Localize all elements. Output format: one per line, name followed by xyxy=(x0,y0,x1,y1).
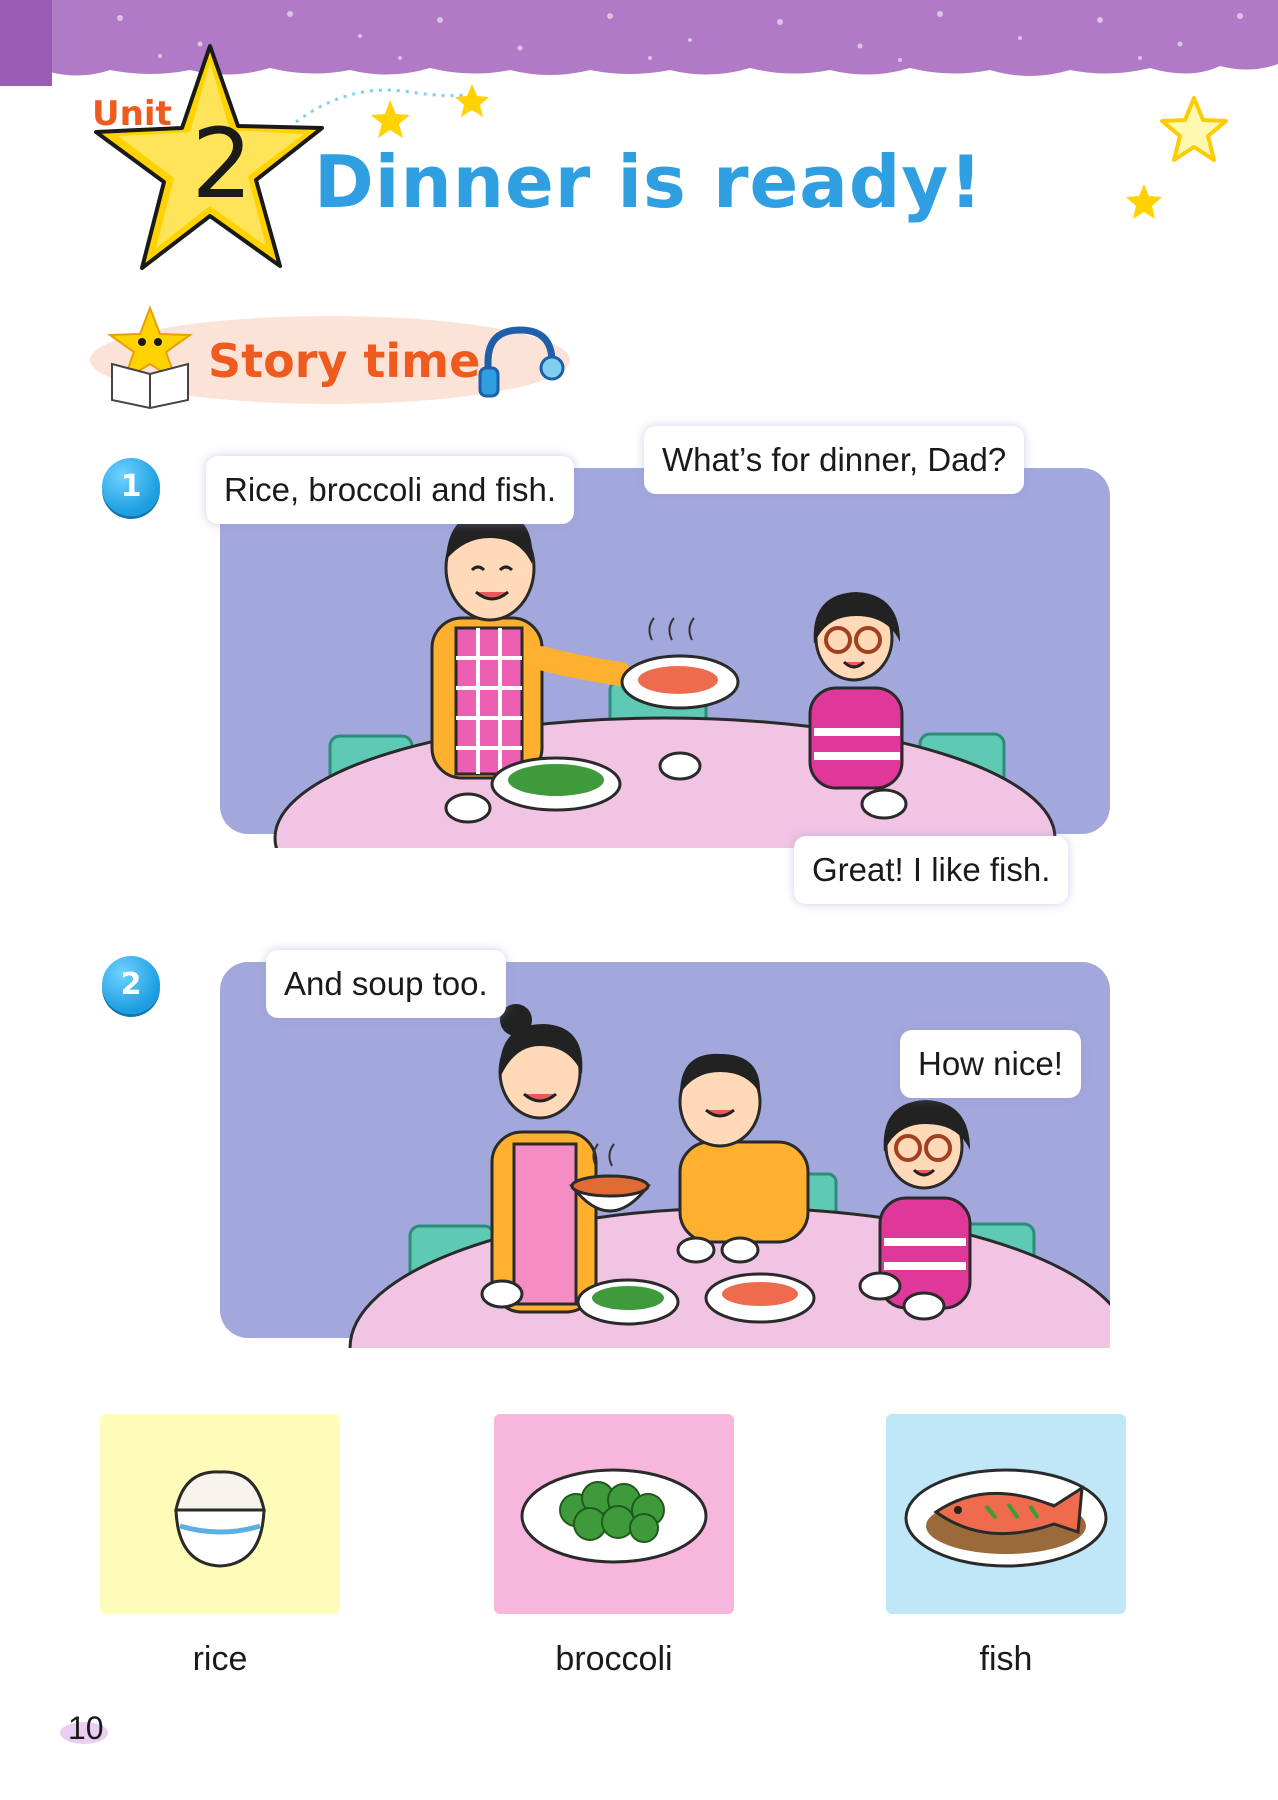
speech-bubble-girl-reply: Great! I like fish. xyxy=(794,836,1069,904)
unit-number: 2 xyxy=(191,108,253,220)
page-title: Dinner is ready! xyxy=(314,140,984,224)
speech-bubble-girl: How nice! xyxy=(900,1030,1081,1098)
story-number-badge: 2 xyxy=(102,956,160,1014)
outline-star-icon xyxy=(1160,96,1228,162)
vocab-card-broccoli xyxy=(494,1414,734,1614)
fish-plate-icon xyxy=(904,1468,1108,1568)
mom-figure xyxy=(490,1004,598,1314)
story-scene-1 xyxy=(220,468,1110,848)
vocab-word-fish: fish xyxy=(979,1640,1033,1678)
speech-bubble-mom: And soup too. xyxy=(266,950,506,1018)
speech-bubble-dad: Rice, broccoli and fish. xyxy=(206,456,574,524)
unit-label: Unit xyxy=(92,94,172,134)
speech-bubble-girl-question: What’s for dinner, Dad? xyxy=(644,426,1025,494)
rice-bowl-icon xyxy=(174,1470,266,1568)
vocab-word-broccoli: broccoli xyxy=(555,1640,673,1678)
vocab-card-fish xyxy=(886,1414,1126,1614)
vocab-word-rice: rice xyxy=(192,1640,248,1678)
story-scene-2 xyxy=(220,962,1110,1348)
story-number-badge: 1 xyxy=(102,458,160,516)
page-number: 10 xyxy=(68,1710,104,1746)
girl-figure xyxy=(808,592,904,790)
broccoli-plate-icon xyxy=(520,1468,708,1564)
vocab-card-rice xyxy=(100,1414,340,1614)
sparkle-stars-icon xyxy=(295,84,489,138)
headphones-icon[interactable] xyxy=(474,322,566,402)
small-star-icon xyxy=(1126,184,1162,219)
section-title: Story time xyxy=(208,334,481,388)
